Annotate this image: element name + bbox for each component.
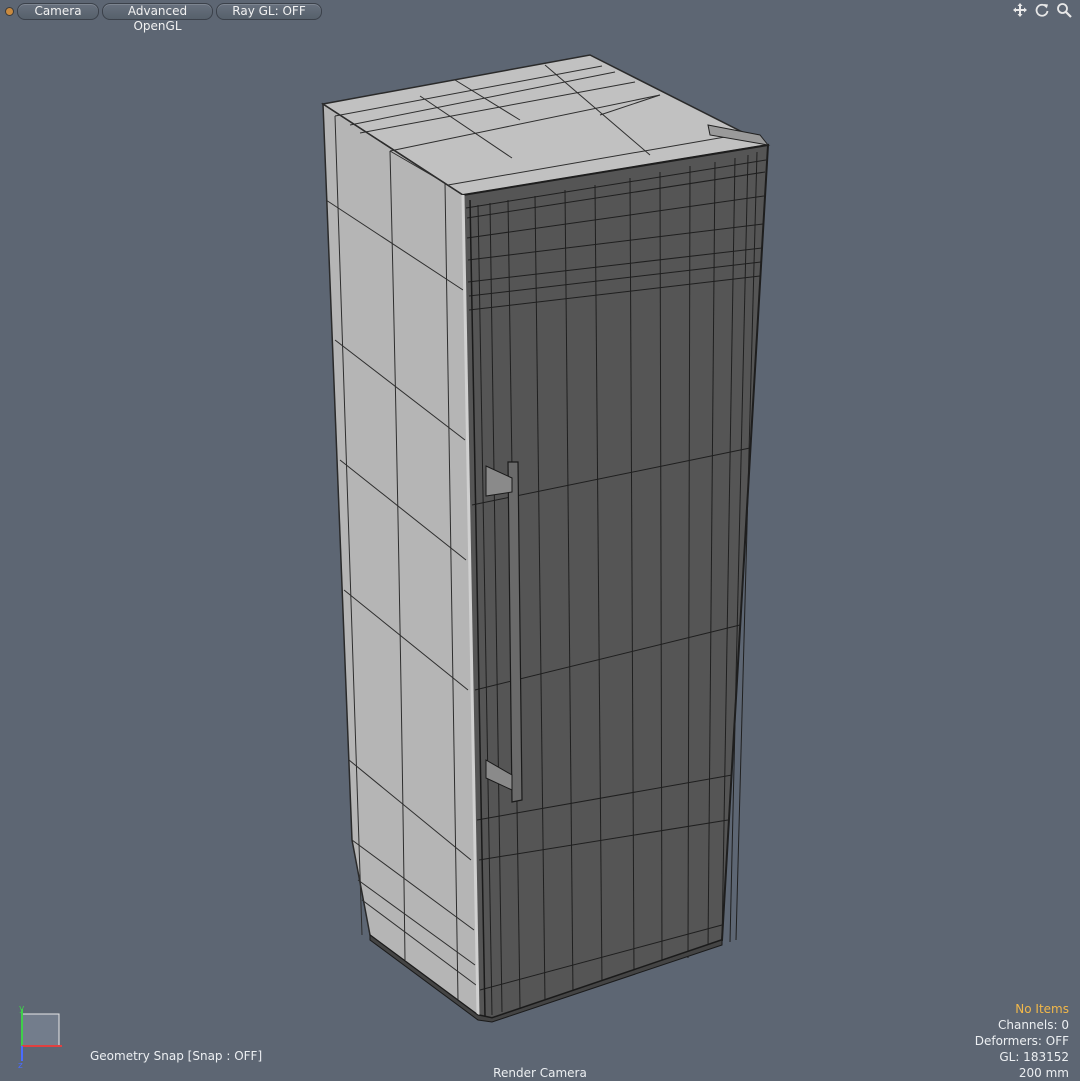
channels-count: Channels: 0: [997, 1018, 1069, 1032]
3d-viewport[interactable]: Camera Advanced OpenGL Ray GL: OFF y z G…: [0, 0, 1080, 1080]
selected-items-status: No Items: [1015, 1002, 1069, 1016]
deformers-status: Deformers: OFF: [974, 1034, 1069, 1048]
grid-scale: 200 mm: [1018, 1066, 1069, 1080]
axis-gizmo: y z: [18, 1004, 62, 1069]
gl-polygon-count: GL: 183152: [999, 1050, 1069, 1064]
scene-info-panel: No Items Channels: 0 Deformers: OFF GL: …: [975, 1001, 1069, 1081]
gizmo-y-label: y: [19, 1004, 25, 1014]
active-camera-label: Render Camera: [493, 1066, 587, 1080]
geometry-snap-status: Geometry Snap [Snap : OFF]: [90, 1049, 263, 1063]
refrigerator-model[interactable]: [0, 0, 1080, 1080]
